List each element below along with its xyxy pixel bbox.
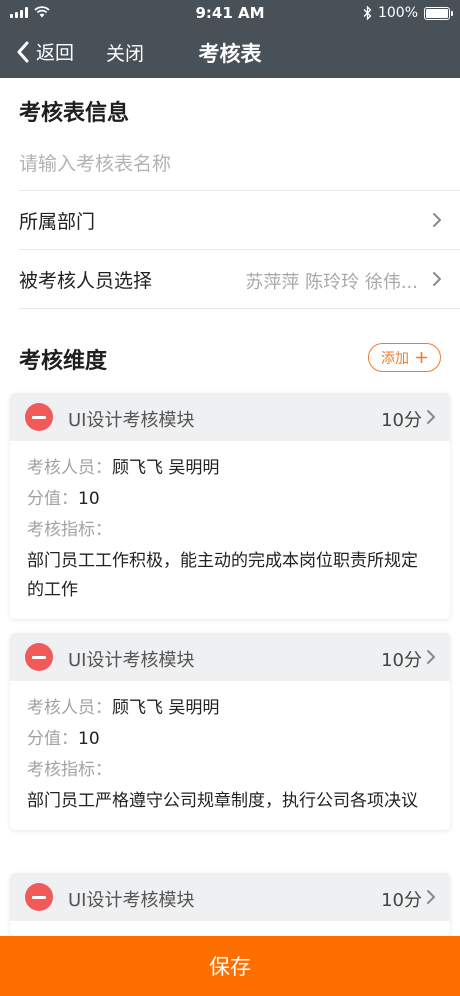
battery-percent: 100% [377,5,418,21]
save-button[interactable]: 保存 [0,936,460,996]
indicator-value: 部门员工严格遵守公司规章制度，执行公司各项决议 [27,791,418,811]
points-value: 10 [78,489,100,509]
remove-circle-icon[interactable] [25,883,53,911]
card-score: 10分 [381,650,422,671]
card-score: 10分 [381,410,422,431]
card-header[interactable]: UI设计考核模块 10分 [10,873,450,921]
status-right: 100% [363,5,453,21]
card-header[interactable]: UI设计考核模块 10分 [10,393,450,441]
points-key: 分值： [27,729,78,749]
plus-icon [416,352,427,363]
department-label: 所属部门 [19,211,96,233]
department-row[interactable]: 所属部门 [0,191,460,249]
header: 9:41 AM 100% 返回 关闭 考核表 [0,0,460,78]
name-input[interactable] [19,146,439,182]
assessor-value: 顾飞飞 吴明明 [112,698,220,718]
chevron-right-icon [433,272,441,286]
assessor-value: 顾飞飞 吴明明 [112,458,220,478]
info-section-title: 考核表信息 [19,101,130,126]
indicator-key: 考核指标： [27,760,112,780]
card-title: UI设计考核模块 [68,410,195,431]
add-label: 添加 [381,350,409,367]
status-bar: 9:41 AM 100% [0,0,460,26]
dimension-card: UI设计考核模块 10分 [10,873,450,936]
chevron-right-icon [433,213,441,227]
assessor-row: 考核人员：顾飞飞 吴明明 [27,693,433,724]
indicator-value: 部门员工工作积极，能主动的完成本岗位职责所规定的工作 [27,551,418,600]
people-value: 苏萍萍 陈玲玲 徐伟... [245,272,418,293]
chevron-right-icon [427,890,435,904]
points-value: 10 [78,729,100,749]
battery-icon [424,6,453,20]
nav-bar: 返回 关闭 考核表 [0,26,460,78]
remove-circle-icon[interactable] [25,643,53,671]
indicator-key: 考核指标： [27,520,112,540]
card-title: UI设计考核模块 [68,650,195,671]
points-row: 分值：10 [27,484,433,515]
people-select-row[interactable]: 被考核人员选择 苏萍萍 陈玲玲 徐伟... [0,250,460,308]
points-key: 分值： [27,489,78,509]
indicator-row: 考核指标： [27,755,433,786]
assessor-key: 考核人员： [27,698,112,718]
chevron-right-icon [427,650,435,664]
people-label: 被考核人员选择 [19,270,153,292]
back-button[interactable]: 返回 [16,38,74,65]
chevron-right-icon [427,410,435,424]
assessor-row: 考核人员：顾飞飞 吴明明 [27,453,433,484]
assessor-key: 考核人员： [27,458,112,478]
card-header[interactable]: UI设计考核模块 10分 [10,633,450,681]
close-button[interactable]: 关闭 [106,39,144,66]
back-chevron-icon [17,41,29,62]
indicator-row: 考核指标： [27,515,433,546]
back-label: 返回 [36,42,75,64]
dimension-card: UI设计考核模块 10分 考核人员：顾飞飞 吴明明 分值：10 考核指标： 部门… [10,633,450,830]
remove-circle-icon[interactable] [25,403,53,431]
dimensions-section-title: 考核维度 [19,349,108,374]
points-row: 分值：10 [27,724,433,755]
card-body: 考核人员：顾飞飞 吴明明 分值：10 考核指标： 部门员工工作积极，能主动的完成… [10,441,450,619]
card-score: 10分 [381,890,422,911]
dimension-card: UI设计考核模块 10分 考核人员：顾飞飞 吴明明 分值：10 考核指标： 部门… [10,393,450,619]
bluetooth-icon [363,6,372,20]
add-dimension-button[interactable]: 添加 [368,343,441,372]
card-body: 考核人员：顾飞飞 吴明明 分值：10 考核指标： 部门员工严格遵守公司规章制度，… [10,681,450,830]
divider [19,308,460,309]
card-title: UI设计考核模块 [68,890,195,911]
